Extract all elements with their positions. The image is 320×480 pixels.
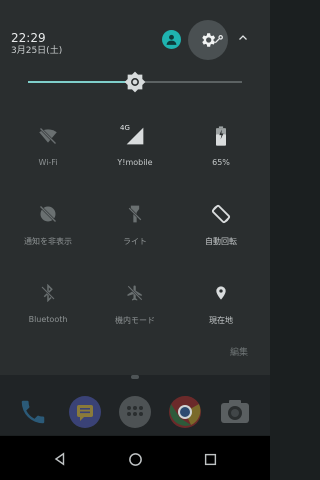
tile-label: 機内モード <box>115 316 155 325</box>
brightness-slider-fill <box>28 81 135 83</box>
camera-app-icon <box>216 393 254 431</box>
cell-signal-icon: 4G <box>120 124 147 148</box>
auto-rotate-icon <box>209 202 233 226</box>
app-drawer-handle <box>131 375 139 379</box>
app-drawer-icon <box>116 393 154 431</box>
tile-auto-rotate[interactable]: 自動回転 <box>176 202 266 272</box>
back-icon[interactable] <box>52 451 68 467</box>
tile-battery[interactable]: 65% <box>176 124 266 194</box>
messages-app-icon <box>66 393 104 431</box>
phone-app-icon <box>14 393 52 431</box>
collapse-chevron-icon[interactable] <box>236 31 250 45</box>
network-type-badge: 4G <box>120 124 130 132</box>
status-date: 3月25日(土) <box>11 46 63 56</box>
tile-bluetooth[interactable]: Bluetooth <box>3 281 93 351</box>
tile-label: 自動回転 <box>205 237 237 246</box>
recents-icon[interactable] <box>202 451 218 467</box>
home-icon[interactable] <box>127 451 143 467</box>
bluetooth-off-icon <box>36 281 60 305</box>
location-icon <box>209 281 233 305</box>
tile-wifi[interactable]: Wi-Fi <box>3 124 93 194</box>
tile-airplane-mode[interactable]: 機内モード <box>90 281 180 351</box>
wifi-off-icon <box>36 124 60 148</box>
tile-do-not-disturb[interactable]: 通知を非表示 <box>3 202 93 272</box>
tile-label: 通知を非表示 <box>24 237 72 246</box>
tile-label: ライト <box>123 237 147 246</box>
tile-label: 現在地 <box>209 316 233 325</box>
chrome-app-icon <box>166 393 204 431</box>
flashlight-icon <box>123 202 147 226</box>
brightness-slider-thumb[interactable] <box>124 71 146 93</box>
tile-label: Wi-Fi <box>38 158 58 167</box>
battery-icon <box>209 124 233 148</box>
tile-label: Bluetooth <box>28 315 68 324</box>
tile-label: 65% <box>212 158 230 167</box>
tile-location[interactable]: 現在地 <box>176 281 266 351</box>
edit-button[interactable]: 編集 <box>230 345 248 358</box>
do-not-disturb-icon <box>36 202 60 226</box>
airplane-icon <box>123 281 147 305</box>
tile-flashlight[interactable]: ライト <box>90 202 180 272</box>
wrench-icon <box>214 34 224 44</box>
tile-label: Y!mobile <box>117 158 153 167</box>
tile-mobile-data[interactable]: 4G Y!mobile <box>90 124 180 194</box>
user-avatar-icon[interactable] <box>162 30 181 49</box>
